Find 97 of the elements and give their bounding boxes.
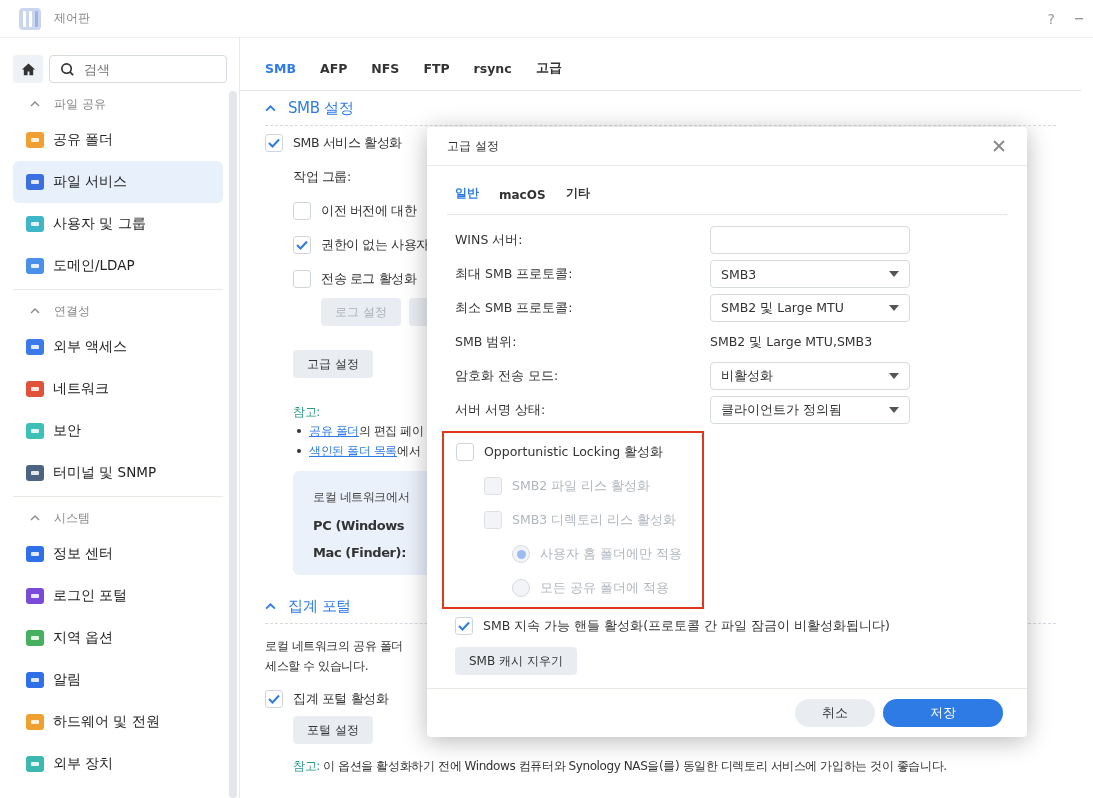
caret-icon bbox=[889, 305, 899, 311]
app-logo-icon bbox=[18, 6, 42, 31]
sidebar-item[interactable]: 보안 bbox=[13, 410, 223, 452]
sidebar-item[interactable]: 지역 옵션 bbox=[13, 617, 223, 659]
sidebar-item[interactable]: 알림 bbox=[13, 659, 223, 701]
note-label: 참고: bbox=[293, 759, 320, 773]
radio-label: 모든 공유 폴더에 적용 bbox=[540, 579, 669, 597]
caret-icon bbox=[889, 373, 899, 379]
sidebar-item[interactable]: 사용자 및 그룹 bbox=[13, 203, 223, 245]
field-label: SMB 범위: bbox=[455, 333, 518, 351]
note-text: 공유 폴더 의 편집 페이 bbox=[309, 422, 424, 440]
section-title: SMB 설정 bbox=[288, 98, 354, 118]
checkbox-label: 집계 포털 활성화 bbox=[293, 690, 389, 708]
bullet-dot bbox=[297, 449, 301, 453]
sidebar-item[interactable]: 터미널 및 SNMP bbox=[13, 452, 223, 494]
section-title: 집계 포털 bbox=[288, 596, 351, 616]
advanced-settings-button[interactable]: 고급 설정 bbox=[293, 350, 373, 378]
sidebar-item[interactable]: 외부 장치 bbox=[13, 743, 223, 785]
home-button[interactable] bbox=[13, 55, 43, 83]
checkbox[interactable] bbox=[293, 202, 311, 220]
info-label: Mac (Finder): bbox=[313, 545, 406, 560]
tab[interactable]: rsync bbox=[473, 56, 512, 80]
tab[interactable]: NFS bbox=[371, 56, 400, 80]
clear-cache-button[interactable]: SMB 캐시 지우기 bbox=[455, 647, 577, 675]
tab[interactable]: 일반 bbox=[455, 185, 479, 202]
sidebar-item[interactable]: 하드웨어 및 전원 bbox=[13, 701, 223, 743]
dropdown[interactable]: SMB2 및 Large MTU bbox=[710, 294, 910, 322]
note-text: 색인된 폴더 목록에서 bbox=[309, 442, 421, 460]
tab[interactable]: 기타 bbox=[565, 185, 590, 202]
cancel-button[interactable]: 취소 bbox=[795, 699, 875, 727]
sidebar-item[interactable]: 도메인/LDAP bbox=[13, 245, 223, 287]
tab[interactable]: SMB bbox=[265, 56, 296, 80]
sidebar-item[interactable]: 외부 액세스 bbox=[13, 326, 223, 368]
dropdown[interactable]: 클라이언트가 정의됨 bbox=[710, 396, 910, 424]
save-button[interactable]: 저장 bbox=[883, 699, 1003, 727]
field-label: WINS 서버: bbox=[455, 231, 524, 249]
input-field[interactable] bbox=[710, 226, 910, 254]
link[interactable]: 색인된 폴더 목록 bbox=[309, 443, 398, 458]
group-title: 파일 공유 bbox=[54, 96, 106, 112]
chevron-icon[interactable] bbox=[265, 104, 276, 112]
link[interactable]: 공유 폴더 bbox=[309, 423, 359, 438]
checkbox[interactable] bbox=[455, 617, 473, 635]
field-label: 작업 그룹: bbox=[293, 168, 351, 186]
field-label: 최소 SMB 프로토콜: bbox=[455, 299, 574, 317]
field-label: 서버 서명 상태: bbox=[455, 401, 547, 419]
note-text: 이 옵션을 활성화하기 전에 Windows 컴퓨터와 Synology NAS을(를) 동일한 디렉토리 서비스에 가입하는 것이 좋습니다. bbox=[323, 759, 947, 773]
search-icon bbox=[60, 62, 75, 77]
scrollbar[interactable] bbox=[229, 91, 237, 798]
tab[interactable]: FTP bbox=[423, 56, 450, 80]
info-text: 로컬 네트워크에서 bbox=[313, 489, 410, 506]
sidebar-item[interactable]: 정보 센터 bbox=[13, 533, 223, 575]
chevron-icon[interactable] bbox=[30, 101, 40, 107]
dialog-title: 고급 설정 bbox=[447, 137, 499, 155]
field-value: SMB2 및 Large MTU,SMB3 bbox=[710, 333, 873, 351]
sidebar-item[interactable]: 네트워크 bbox=[13, 368, 223, 410]
close-icon[interactable] bbox=[993, 140, 1005, 152]
portal-settings-button[interactable]: 포털 설정 bbox=[293, 716, 373, 744]
radio-label: 사용자 홈 폴더에만 적용 bbox=[540, 545, 682, 563]
search-field[interactable]: 검색 bbox=[49, 55, 227, 83]
checkbox[interactable] bbox=[265, 690, 283, 708]
tab[interactable]: macOS bbox=[499, 188, 546, 202]
checkbox-label: 권한이 없는 사용자 bbox=[321, 236, 429, 254]
chevron-icon[interactable] bbox=[265, 602, 276, 610]
sidebar-item[interactable]: 공유 폴더 bbox=[13, 119, 223, 161]
description-text: 로컬 네트워크의 공유 폴더 bbox=[265, 638, 403, 655]
group-title: 시스템 bbox=[54, 510, 90, 526]
checkbox[interactable] bbox=[456, 443, 474, 461]
tab[interactable]: AFP bbox=[320, 56, 348, 80]
checkbox-label: SMB 서비스 활성화 bbox=[293, 134, 402, 152]
field-label: 암호화 전송 모드: bbox=[455, 367, 560, 385]
group-title: 연결성 bbox=[54, 303, 90, 319]
note-label: 참고: bbox=[293, 404, 320, 421]
info-label: PC (Windows bbox=[313, 518, 405, 533]
checkbox[interactable] bbox=[265, 134, 283, 152]
checkbox-label: SMB2 파일 리스 활성화 bbox=[512, 477, 651, 495]
window-title: 제어판 bbox=[54, 10, 90, 27]
chevron-icon[interactable] bbox=[30, 515, 40, 521]
chevron-icon[interactable] bbox=[30, 308, 40, 314]
minimize-icon[interactable] bbox=[1075, 17, 1083, 20]
home-icon bbox=[20, 61, 36, 77]
tab[interactable]: 고급 bbox=[535, 56, 562, 80]
checkbox-label: 전송 로그 활성화 bbox=[321, 270, 417, 288]
dropdown[interactable]: SMB3 bbox=[710, 260, 910, 288]
bullet-dot bbox=[297, 429, 301, 433]
sidebar-item[interactable]: 로그인 포털 bbox=[13, 575, 223, 617]
description-text: 세스할 수 있습니다. bbox=[265, 658, 369, 675]
caret-icon bbox=[889, 271, 899, 277]
checkbox-label: 이전 버전에 대한 bbox=[321, 202, 417, 220]
field-label: 최대 SMB 프로토콜: bbox=[455, 265, 574, 283]
checkbox[interactable] bbox=[293, 236, 311, 254]
checkbox-label: SMB3 디렉토리 리스 활성화 bbox=[512, 511, 677, 529]
dropdown[interactable]: 비활성화 bbox=[710, 362, 910, 390]
checkbox-label: Opportunistic Locking 활성화 bbox=[484, 443, 664, 461]
checkbox[interactable] bbox=[293, 270, 311, 288]
checkbox-label: SMB 지속 가능 핸들 활성화(프로토콜 간 파일 잠금이 비활성화됩니다) bbox=[483, 617, 890, 635]
sidebar-item[interactable]: 파일 서비스 bbox=[13, 161, 223, 203]
caret-icon bbox=[889, 407, 899, 413]
